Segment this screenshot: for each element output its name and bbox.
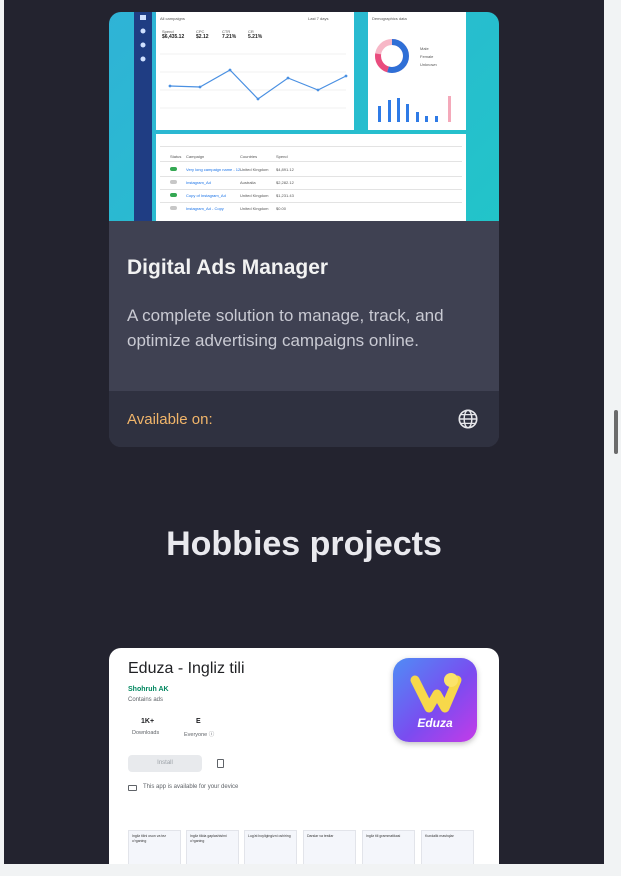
developer-link[interactable]: Shohruh AK: [128, 686, 169, 693]
app-screenshot[interactable]: Ingliz tilini oson va tez o'rganing: [128, 830, 181, 864]
legend-male: Male: [420, 46, 429, 51]
content-rating-label: Everyone ⓘ: [184, 732, 215, 738]
app-screenshot[interactable]: Kundalik mashqlar: [421, 830, 474, 864]
kpi-value: $2.12: [196, 34, 209, 40]
sidebar-icons: [140, 15, 146, 62]
project-card-digital-ads-manager[interactable]: All campaigns Last 7 days Spend $6,435.1…: [109, 12, 499, 447]
available-on-label: Available on:: [127, 410, 213, 428]
table-row-spend: $0.00: [276, 206, 287, 211]
device-availability-note: This app is available for your device: [143, 784, 239, 790]
legend-female: Female: [420, 54, 434, 59]
downloads-label: Downloads: [132, 730, 160, 736]
card-footer: Available on:: [109, 391, 499, 447]
downloads-value: 1K+: [141, 718, 155, 725]
window-bottom-edge: [0, 864, 621, 876]
project-card-eduza[interactable]: Eduza - Ingliz tili Shohruh AK Contains …: [109, 648, 499, 864]
status-toggle[interactable]: [170, 167, 177, 171]
screenshot-strip: Ingliz tilini oson va tez o'rganing Ingl…: [128, 830, 478, 864]
app-screenshot[interactable]: Lug'at boyligingizni oshiring: [244, 830, 297, 864]
app-screenshot[interactable]: Darslar va testlar: [303, 830, 356, 864]
table-header: Spend: [276, 154, 288, 159]
scrollbar-thumb[interactable]: [614, 410, 618, 454]
date-range[interactable]: Last 7 days: [308, 16, 328, 21]
donut-chart: [375, 39, 409, 73]
kpi-value: 5.21%: [248, 34, 263, 40]
page-viewport: All campaigns Last 7 days Spend $6,435.1…: [4, 0, 604, 864]
section-title: Hobbies projects: [166, 525, 442, 563]
scrollbar[interactable]: [604, 0, 621, 876]
project-description: A complete solution to manage, track, an…: [127, 306, 444, 350]
campaign-table: Status Campaign Countries Spend Very lon…: [156, 134, 466, 221]
table-row-campaign[interactable]: Instagram_Ad - Copy: [186, 206, 224, 211]
project-title: Digital Ads Manager: [127, 256, 329, 279]
table-row-campaign[interactable]: Very long campaign name - 12...: [186, 167, 244, 172]
install-button[interactable]: Install: [128, 755, 202, 772]
app-screenshot[interactable]: Ingliz tili grammatikasi: [362, 830, 415, 864]
rating-badge: E: [196, 718, 201, 725]
app-logo-word: Eduza: [417, 716, 453, 730]
kpi-value: $6,435.12: [162, 34, 185, 40]
bar-chart: [378, 96, 451, 122]
performance-panel: All campaigns Last 7 days Spend $6,435.1…: [156, 12, 354, 130]
table-row-country: Australia: [240, 180, 256, 185]
table-row-spend: $2,282.12: [276, 180, 294, 185]
table-header: Campaign: [186, 154, 205, 159]
wishlist-icon[interactable]: [217, 759, 224, 768]
legend-unknown: Unknown: [420, 62, 437, 67]
table-row-country: United Kingdom: [240, 206, 269, 211]
campaign-filter[interactable]: All campaigns: [160, 16, 185, 21]
kpi-value: 7.21%: [222, 34, 237, 40]
card-body: Digital Ads Manager A complete solution …: [109, 221, 499, 391]
status-toggle[interactable]: [170, 193, 177, 197]
table-row-country: United Kingdom: [240, 167, 269, 172]
dashboard-sidebar: [134, 12, 152, 221]
device-icon: [128, 785, 137, 791]
line-chart: [160, 53, 348, 109]
table-row-country: United Kingdom: [240, 193, 269, 198]
table-row-campaign[interactable]: Instagram_Ad: [186, 180, 211, 185]
app-logo-icon: Eduza: [393, 658, 477, 742]
table-header: Countries: [240, 154, 258, 159]
dashboard-preview: All campaigns Last 7 days Spend $6,435.1…: [134, 12, 474, 221]
logo-mark: [410, 673, 462, 713]
status-toggle[interactable]: [170, 206, 177, 210]
status-toggle[interactable]: [170, 180, 177, 184]
demographics-title: Demographics data: [372, 16, 407, 21]
app-screenshot[interactable]: Ingliz tilida gaplashishni o'rganing: [186, 830, 239, 864]
table-header: Status: [170, 154, 182, 159]
table-row-spend: $4,891.12: [276, 167, 294, 172]
project-screenshot: All campaigns Last 7 days Spend $6,435.1…: [109, 12, 499, 221]
table-row-campaign[interactable]: Copy of Instagram_Ad: [186, 193, 226, 198]
contains-ads-label: Contains ads: [128, 697, 164, 703]
table-row-spend: $1,231.43: [276, 193, 294, 198]
app-title: Eduza - Ingliz tili: [128, 660, 245, 677]
globe-icon[interactable]: [457, 408, 479, 430]
demographics-panel: Demographics data Male Female Unknown: [368, 12, 466, 130]
